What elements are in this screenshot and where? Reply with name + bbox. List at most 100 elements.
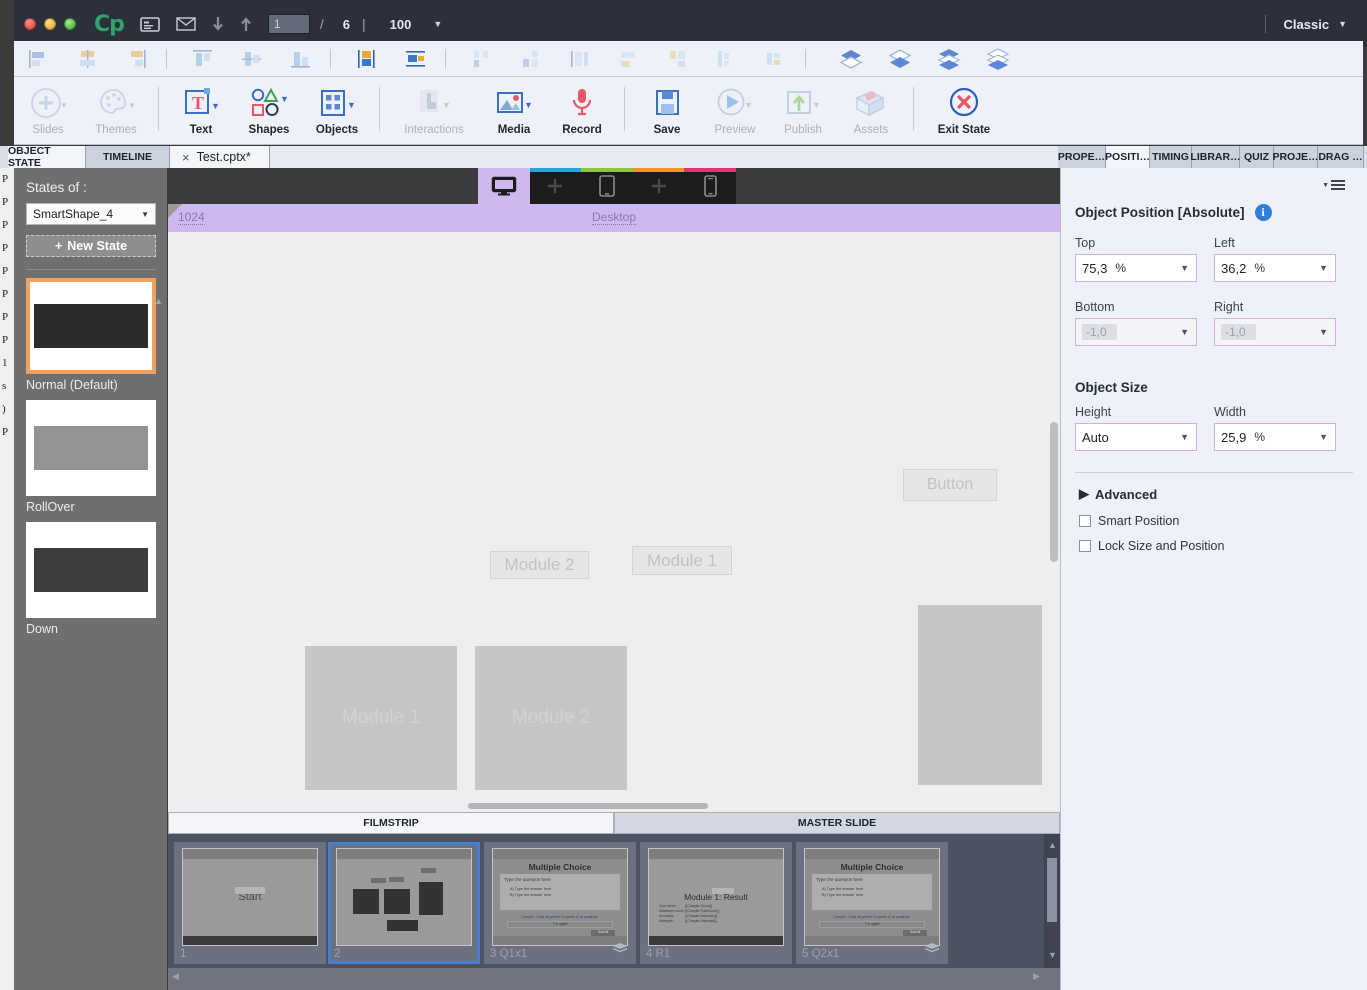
align-middle-vertical-button[interactable] (239, 46, 265, 72)
tab-timing[interactable]: TIMING (1150, 146, 1192, 168)
tab-drag-drop[interactable]: DRAG … (1318, 146, 1364, 168)
align-right-button[interactable] (124, 46, 150, 72)
slides-tool-button[interactable]: ▼ Slides (14, 77, 82, 143)
distribute-left-button[interactable] (469, 46, 495, 72)
module-2-panel[interactable]: Module 2 (475, 646, 627, 790)
left-field-input[interactable]: 36,2 % ▼ (1214, 254, 1336, 282)
scroll-right-icon[interactable]: ▶ (1033, 971, 1040, 982)
state-item-rollover[interactable]: RollOver (26, 400, 156, 514)
mobile-breakpoint-button[interactable] (684, 168, 736, 204)
button-placeholder[interactable]: Button (903, 469, 997, 501)
align-left-button[interactable] (26, 46, 52, 72)
send-backward-button[interactable] (985, 46, 1011, 72)
add-breakpoint-2-button[interactable] (632, 168, 685, 204)
lock-size-position-checkbox[interactable] (1079, 540, 1091, 552)
module-1-panel[interactable]: Module 1 (305, 646, 457, 790)
publish-tool-button[interactable]: ▼ Publish (769, 77, 837, 143)
lock-size-position-row[interactable]: Lock Size and Position (1079, 539, 1224, 553)
filmstrip-slide-1[interactable]: Start 1 (174, 842, 326, 964)
tab-position[interactable]: POSITI… (1105, 146, 1150, 168)
filmstrip-scrollbar[interactable]: ▲ ▼ (1044, 834, 1060, 990)
themes-tool-button[interactable]: ▼ Themes (82, 77, 150, 143)
assets-tool-button[interactable]: Assets (837, 77, 905, 143)
tab-project[interactable]: PROJE… (1272, 146, 1319, 168)
module-2-small-button[interactable]: Module 2 (490, 551, 589, 579)
tab-properties[interactable]: PROPE… (1058, 146, 1106, 168)
distribute-vertical-center-button[interactable] (665, 46, 691, 72)
zoom-chevron-down-icon[interactable]: ▼ (433, 19, 442, 29)
filmstrip-slide-2[interactable]: 2 (328, 842, 480, 964)
align-horizontal-center-selected-button[interactable] (403, 46, 429, 72)
scroll-up-icon[interactable]: ▲ (1048, 840, 1057, 850)
new-state-button[interactable]: + New State (26, 235, 156, 257)
align-bottom-button[interactable] (288, 46, 314, 72)
states-scroll-up-icon[interactable]: ▲ (154, 296, 163, 306)
media-tool-button[interactable]: ▼ Media (480, 77, 548, 143)
chevron-down-icon[interactable]: ▼ (1180, 327, 1189, 337)
maximize-window-button[interactable] (64, 18, 76, 30)
distribute-horizontal-center-button[interactable] (518, 46, 544, 72)
minimize-window-button[interactable] (44, 18, 56, 30)
right-panel-placeholder[interactable] (918, 605, 1042, 785)
canvas-horizontal-scrollbar[interactable] (168, 800, 1060, 812)
top-field-input[interactable]: 75,3 % ▼ (1075, 254, 1197, 282)
scrollbar-thumb[interactable] (1050, 422, 1058, 562)
zoom-level-value[interactable]: 100 (390, 17, 412, 32)
bring-forward-button[interactable] (936, 46, 962, 72)
shapes-tool-button[interactable]: ▼ Shapes (235, 77, 303, 143)
workspace-label[interactable]: Classic (1284, 17, 1330, 32)
slide-stage[interactable]: Button Module 2 Module 1 Module 1 Module… (168, 232, 1060, 812)
filmstrip-slide-4[interactable]: Module 1: Result Your score: {{Chapter Sc… (640, 842, 792, 964)
distribute-bottom-button[interactable] (714, 46, 740, 72)
smart-position-row[interactable]: Smart Position (1079, 514, 1179, 528)
upload-arrow-icon[interactable] (240, 16, 252, 32)
bottom-field-input[interactable]: -1,0 ▼ (1075, 318, 1197, 346)
objects-tool-button[interactable]: ▼ Objects (303, 77, 371, 143)
resize-match-button[interactable] (763, 46, 789, 72)
tab-timeline[interactable]: TIMELINE (86, 146, 170, 168)
interactions-tool-button[interactable]: ▼ Interactions (388, 77, 480, 143)
smart-position-checkbox[interactable] (1079, 515, 1091, 527)
window-icon[interactable] (140, 16, 160, 32)
right-field-input[interactable]: -1,0 ▼ (1214, 318, 1336, 346)
chevron-down-icon[interactable]: ▼ (1319, 263, 1328, 273)
state-thumbnail-rollover[interactable] (26, 400, 156, 496)
shape-selector-dropdown[interactable]: SmartShape_4 ▼ (26, 203, 156, 225)
close-window-button[interactable] (24, 18, 36, 30)
info-icon[interactable]: i (1254, 204, 1272, 221)
tab-object-state[interactable]: OBJECT STATE (8, 145, 86, 169)
window-controls[interactable] (24, 18, 76, 30)
exit-state-tool-button[interactable]: Exit State (922, 77, 1006, 143)
scrollbar-thumb[interactable] (1047, 858, 1057, 922)
canvas-vertical-scrollbar[interactable] (1050, 232, 1058, 812)
distribute-top-button[interactable] (616, 46, 642, 72)
tablet-breakpoint-button[interactable] (581, 168, 633, 204)
add-breakpoint-1-button[interactable] (529, 168, 582, 204)
tab-quiz[interactable]: QUIZ (1240, 146, 1274, 168)
desktop-breakpoint-button[interactable] (478, 168, 530, 204)
tab-master-slide[interactable]: MASTER SLIDE (614, 812, 1060, 834)
chevron-down-icon[interactable]: ▼ (1319, 432, 1328, 442)
workspace-chevron-down-icon[interactable]: ▼ (1338, 19, 1347, 29)
save-tool-button[interactable]: Save (633, 77, 701, 143)
advanced-disclosure[interactable]: ▶ Advanced (1079, 486, 1157, 502)
bring-to-front-button[interactable] (838, 46, 864, 72)
state-thumbnail-down[interactable] (26, 522, 156, 618)
send-to-back-button[interactable] (887, 46, 913, 72)
state-item-normal[interactable]: Normal (Default) (26, 278, 156, 392)
state-item-down[interactable]: Down (26, 522, 156, 636)
record-tool-button[interactable]: Record (548, 77, 616, 143)
align-vertical-center-selected-button[interactable] (354, 46, 380, 72)
preview-tool-button[interactable]: ▼ Preview (701, 77, 769, 143)
state-thumbnail-normal[interactable] (26, 278, 156, 374)
tab-library[interactable]: LIBRAR… (1190, 146, 1241, 168)
document-tab-test-cptx[interactable]: × Test.cptx* (170, 146, 270, 168)
module-1-small-button[interactable]: Module 1 (632, 546, 732, 575)
height-field-input[interactable]: Auto ▼ (1075, 423, 1197, 451)
align-top-button[interactable] (190, 46, 216, 72)
scroll-down-icon[interactable]: ▼ (1048, 950, 1057, 960)
width-field-input[interactable]: 25,9 % ▼ (1214, 423, 1336, 451)
download-arrow-icon[interactable] (212, 16, 224, 32)
chevron-down-icon[interactable]: ▼ (1180, 432, 1189, 442)
scroll-left-icon[interactable]: ◀ (172, 971, 179, 982)
